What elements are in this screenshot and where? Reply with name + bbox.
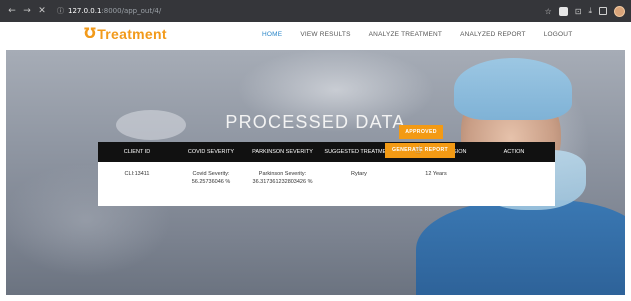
extension-icon[interactable]: [558, 6, 568, 16]
page-title: PROCESSED DATA: [225, 112, 406, 132]
address-bar[interactable]: ⓘ 127.0.0.1 :8000/app_out/4/: [57, 4, 161, 18]
site-header: Ʊ Treatment HOME VIEW RESULTS ANALYZE TR…: [0, 22, 631, 50]
nav-logout[interactable]: LOGOUT: [544, 31, 573, 38]
tooth-icon: Ʊ: [84, 26, 97, 42]
nav-view-results[interactable]: VIEW RESULTS: [300, 31, 350, 38]
star-icon[interactable]: ☆: [545, 7, 552, 16]
sidebar-icon[interactable]: [599, 7, 607, 15]
info-icon[interactable]: ⓘ: [57, 6, 64, 16]
header-client-id: CLIENT ID: [123, 149, 151, 155]
back-icon[interactable]: ←: [6, 6, 18, 16]
url-host: 127.0.0.1: [68, 7, 102, 15]
profile-avatar[interactable]: [614, 5, 625, 17]
approved-button[interactable]: APPROVED: [399, 125, 443, 139]
hero-banner: PROCESSED DATA CLIENT ID COVID SEVERITY …: [6, 50, 625, 295]
table-row: CLI:13411 Covid Severity: 56.25736046 % …: [98, 162, 555, 206]
puzzle-icon[interactable]: ⊡: [575, 7, 582, 16]
header-parkinson-severity: PARKINSON SEVERITY: [252, 149, 313, 155]
nav-home[interactable]: HOME: [262, 31, 282, 38]
browser-toolbar: ← → ✕ ⓘ 127.0.0.1 :8000/app_out/4/ ☆ ⊡ ⤓: [0, 0, 631, 22]
doctor-image-cap: [454, 58, 572, 120]
site-logo[interactable]: Ʊ Treatment: [84, 26, 167, 42]
cell-parkinson-severity: Parkinson Severity: 36.317361232803426 %: [252, 171, 313, 185]
nav-analyzed-report[interactable]: ANALYZED REPORT: [460, 31, 526, 38]
close-icon[interactable]: ✕: [36, 6, 48, 16]
processed-data-table: CLIENT ID COVID SEVERITY PARKINSON SEVER…: [98, 142, 555, 206]
logo-text: Treatment: [97, 26, 167, 42]
header-action: ACTION: [503, 149, 525, 155]
download-icon[interactable]: ⤓: [588, 6, 592, 16]
table-header: CLIENT ID COVID SEVERITY PARKINSON SEVER…: [98, 142, 555, 162]
main-nav: HOME VIEW RESULTS ANALYZE TREATMENT ANAL…: [262, 31, 590, 38]
cell-client-id: CLI:13411: [124, 171, 150, 177]
header-covid-severity: COVID SEVERITY: [187, 149, 235, 155]
url-path: :8000/app_out/4/: [101, 7, 162, 15]
cell-life-span: 12 Years: [425, 171, 447, 177]
nav-analyze-treatment[interactable]: ANALYZE TREATMENT: [369, 31, 442, 38]
mouse-cursor-icon: ☝: [415, 145, 422, 156]
doctor-image-body: [416, 200, 625, 295]
cell-covid-severity: Covid Severity: 56.25736046 %: [191, 171, 231, 185]
forward-icon[interactable]: →: [21, 6, 33, 16]
cell-treatment: Rytary: [351, 171, 367, 177]
